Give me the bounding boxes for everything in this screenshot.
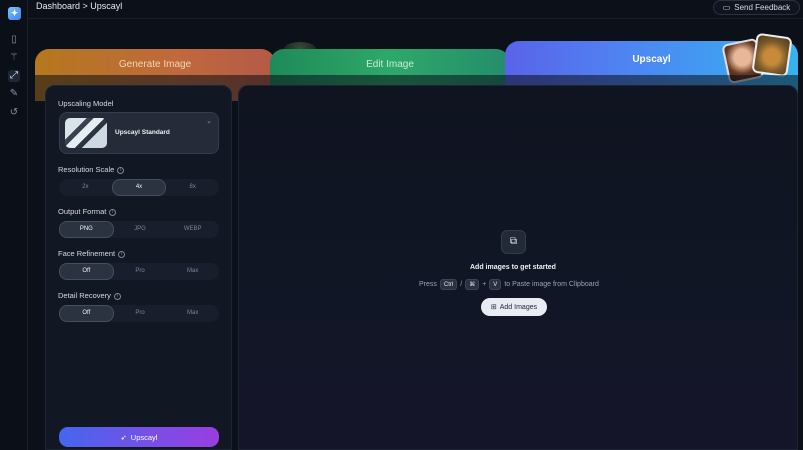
- resolution-option-2x[interactable]: 2x: [59, 179, 112, 196]
- send-feedback-label: Send Feedback: [734, 3, 791, 12]
- send-feedback-button[interactable]: ▭ Send Feedback: [713, 0, 800, 15]
- edit-icon[interactable]: ✎: [8, 88, 20, 100]
- resolution-option-4x[interactable]: 4x: [111, 179, 167, 196]
- sample-photo-animal: [751, 32, 793, 78]
- format-option-jpg[interactable]: JPG: [114, 221, 167, 238]
- app-logo-icon[interactable]: ✦: [8, 7, 21, 20]
- book-icon[interactable]: ▯: [8, 34, 20, 46]
- model-label: Upscaling Model: [58, 99, 114, 108]
- output-format-selector: PNG JPG WEBP: [59, 221, 219, 238]
- info-icon[interactable]: i: [109, 208, 117, 216]
- v-key: V: [489, 279, 502, 290]
- info-icon[interactable]: i: [117, 166, 125, 174]
- add-images-button[interactable]: ⊞ Add Images: [481, 298, 547, 316]
- tab-upscayl-label: Upscayl: [632, 54, 671, 65]
- format-label: Output Format i: [58, 207, 117, 216]
- plus-separator: +: [482, 281, 487, 288]
- detail-option-max[interactable]: Max: [166, 305, 219, 322]
- tab-edit-label: Edit Image: [366, 59, 414, 70]
- paste-hint: Press Ctrl / ⌘ + V to Paste image from C…: [419, 279, 599, 290]
- add-images-label: Add Images: [499, 303, 538, 311]
- rocket-icon: ➶: [120, 432, 127, 442]
- face-option-max[interactable]: Max: [166, 263, 219, 280]
- info-icon[interactable]: i: [113, 292, 121, 300]
- add-image-icon: ⧉: [501, 230, 526, 254]
- face-refinement-selector: Off Pro Max: [59, 263, 219, 280]
- detail-label: Detail Recovery i: [58, 291, 121, 300]
- format-option-png[interactable]: PNG: [59, 221, 114, 238]
- model-name: Upscayl Standard: [115, 129, 170, 136]
- breadcrumb: Dashboard > Upscayl: [36, 1, 123, 11]
- upscayl-button[interactable]: ➶ Upscayl: [59, 427, 219, 447]
- face-label-text: Face Refinement: [58, 249, 116, 258]
- detail-label-text: Detail Recovery: [58, 291, 111, 300]
- upscale-icon[interactable]: ⤢: [8, 70, 20, 82]
- detail-option-off[interactable]: Off: [59, 305, 114, 322]
- message-icon: ▭: [722, 3, 731, 12]
- empty-state-title: Add images to get started: [470, 264, 556, 271]
- image-plus-icon: ⊞: [490, 304, 497, 311]
- model-thumbnail: [65, 118, 107, 148]
- paste-hint-prefix: Press: [419, 281, 437, 288]
- resolution-option-8x[interactable]: 8x: [166, 179, 219, 196]
- format-label-text: Output Format: [58, 207, 107, 216]
- tab-generate-label: Generate Image: [118, 59, 192, 70]
- resolution-label-text: Resolution Scale: [58, 165, 115, 174]
- resolution-scale-selector: 2x 4x 8x: [59, 179, 219, 196]
- chevron-down-icon: ⌄: [206, 118, 212, 125]
- history-icon[interactable]: ↺: [8, 107, 20, 119]
- info-icon[interactable]: i: [118, 250, 126, 258]
- model-select[interactable]: Upscayl Standard ⌄: [59, 112, 219, 154]
- format-option-webp[interactable]: WEBP: [166, 221, 219, 238]
- resolution-label: Resolution Scale i: [58, 165, 125, 174]
- slash-separator: /: [460, 281, 463, 288]
- face-option-pro[interactable]: Pro: [114, 263, 167, 280]
- header-divider: [28, 18, 803, 19]
- paste-hint-suffix: to Paste image from Clipboard: [504, 281, 599, 288]
- nav-rail: ✦ ▯ ⚚ ⤢ ✎ ↺: [0, 0, 28, 450]
- upscayl-button-label: Upscayl: [130, 432, 158, 442]
- wand-icon[interactable]: ⚚: [8, 52, 20, 64]
- face-option-off[interactable]: Off: [59, 263, 114, 280]
- detail-recovery-selector: Off Pro Max: [59, 305, 219, 322]
- detail-option-pro[interactable]: Pro: [114, 305, 167, 322]
- cmd-key: ⌘: [465, 279, 480, 290]
- face-label: Face Refinement i: [58, 249, 126, 258]
- ctrl-key: Ctrl: [439, 279, 458, 290]
